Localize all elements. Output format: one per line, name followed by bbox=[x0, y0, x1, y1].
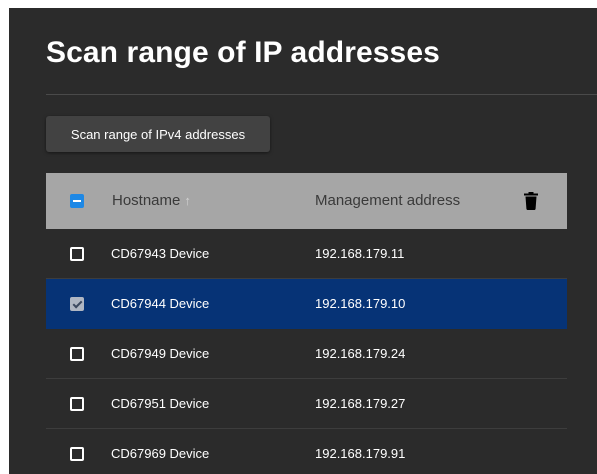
page-title: Scan range of IP addresses bbox=[46, 36, 440, 69]
column-header-management-address[interactable]: Management address bbox=[315, 173, 460, 229]
column-header-hostname[interactable]: Hostname ↑ bbox=[112, 173, 191, 229]
trash-icon[interactable] bbox=[524, 192, 538, 210]
management-address-cell: 192.168.179.11 bbox=[315, 246, 405, 261]
hostname-cell: CD67951 Device bbox=[111, 396, 210, 411]
column-header-hostname-label: Hostname bbox=[112, 192, 181, 209]
device-table: Hostname ↑ Management address CD67943 Dev… bbox=[46, 173, 567, 474]
management-address-cell: 192.168.179.27 bbox=[315, 396, 406, 411]
management-address-cell: 192.168.179.24 bbox=[315, 346, 406, 361]
table-row[interactable]: CD67944 Device 192.168.179.10 bbox=[46, 279, 567, 329]
row-checkbox[interactable] bbox=[70, 297, 84, 311]
row-checkbox[interactable] bbox=[70, 447, 84, 461]
table-header: Hostname ↑ Management address bbox=[46, 173, 567, 229]
hostname-cell: CD67949 Device bbox=[111, 346, 210, 361]
arrow-up-icon: ↑ bbox=[184, 193, 191, 208]
row-checkbox[interactable] bbox=[70, 347, 84, 361]
management-address-cell: 192.168.179.10 bbox=[315, 296, 406, 311]
hostname-cell: CD67944 Device bbox=[111, 296, 210, 311]
table-row[interactable]: CD67969 Device 192.168.179.91 bbox=[46, 429, 567, 474]
table-row[interactable]: CD67951 Device 192.168.179.27 bbox=[46, 379, 567, 429]
select-all-checkbox[interactable] bbox=[70, 194, 84, 208]
management-address-cell: 192.168.179.91 bbox=[315, 446, 406, 461]
hostname-cell: CD67969 Device bbox=[111, 446, 210, 461]
table-row[interactable]: CD67949 Device 192.168.179.24 bbox=[46, 329, 567, 379]
scan-ipv4-range-button[interactable]: Scan range of IPv4 addresses bbox=[46, 116, 270, 152]
table-row[interactable]: CD67943 Device 192.168.179.11 bbox=[46, 229, 567, 279]
row-checkbox[interactable] bbox=[70, 247, 84, 261]
divider bbox=[46, 94, 597, 95]
scan-panel: Scan range of IP addresses Scan range of… bbox=[9, 8, 597, 474]
hostname-cell: CD67943 Device bbox=[111, 246, 210, 261]
row-checkbox[interactable] bbox=[70, 397, 84, 411]
